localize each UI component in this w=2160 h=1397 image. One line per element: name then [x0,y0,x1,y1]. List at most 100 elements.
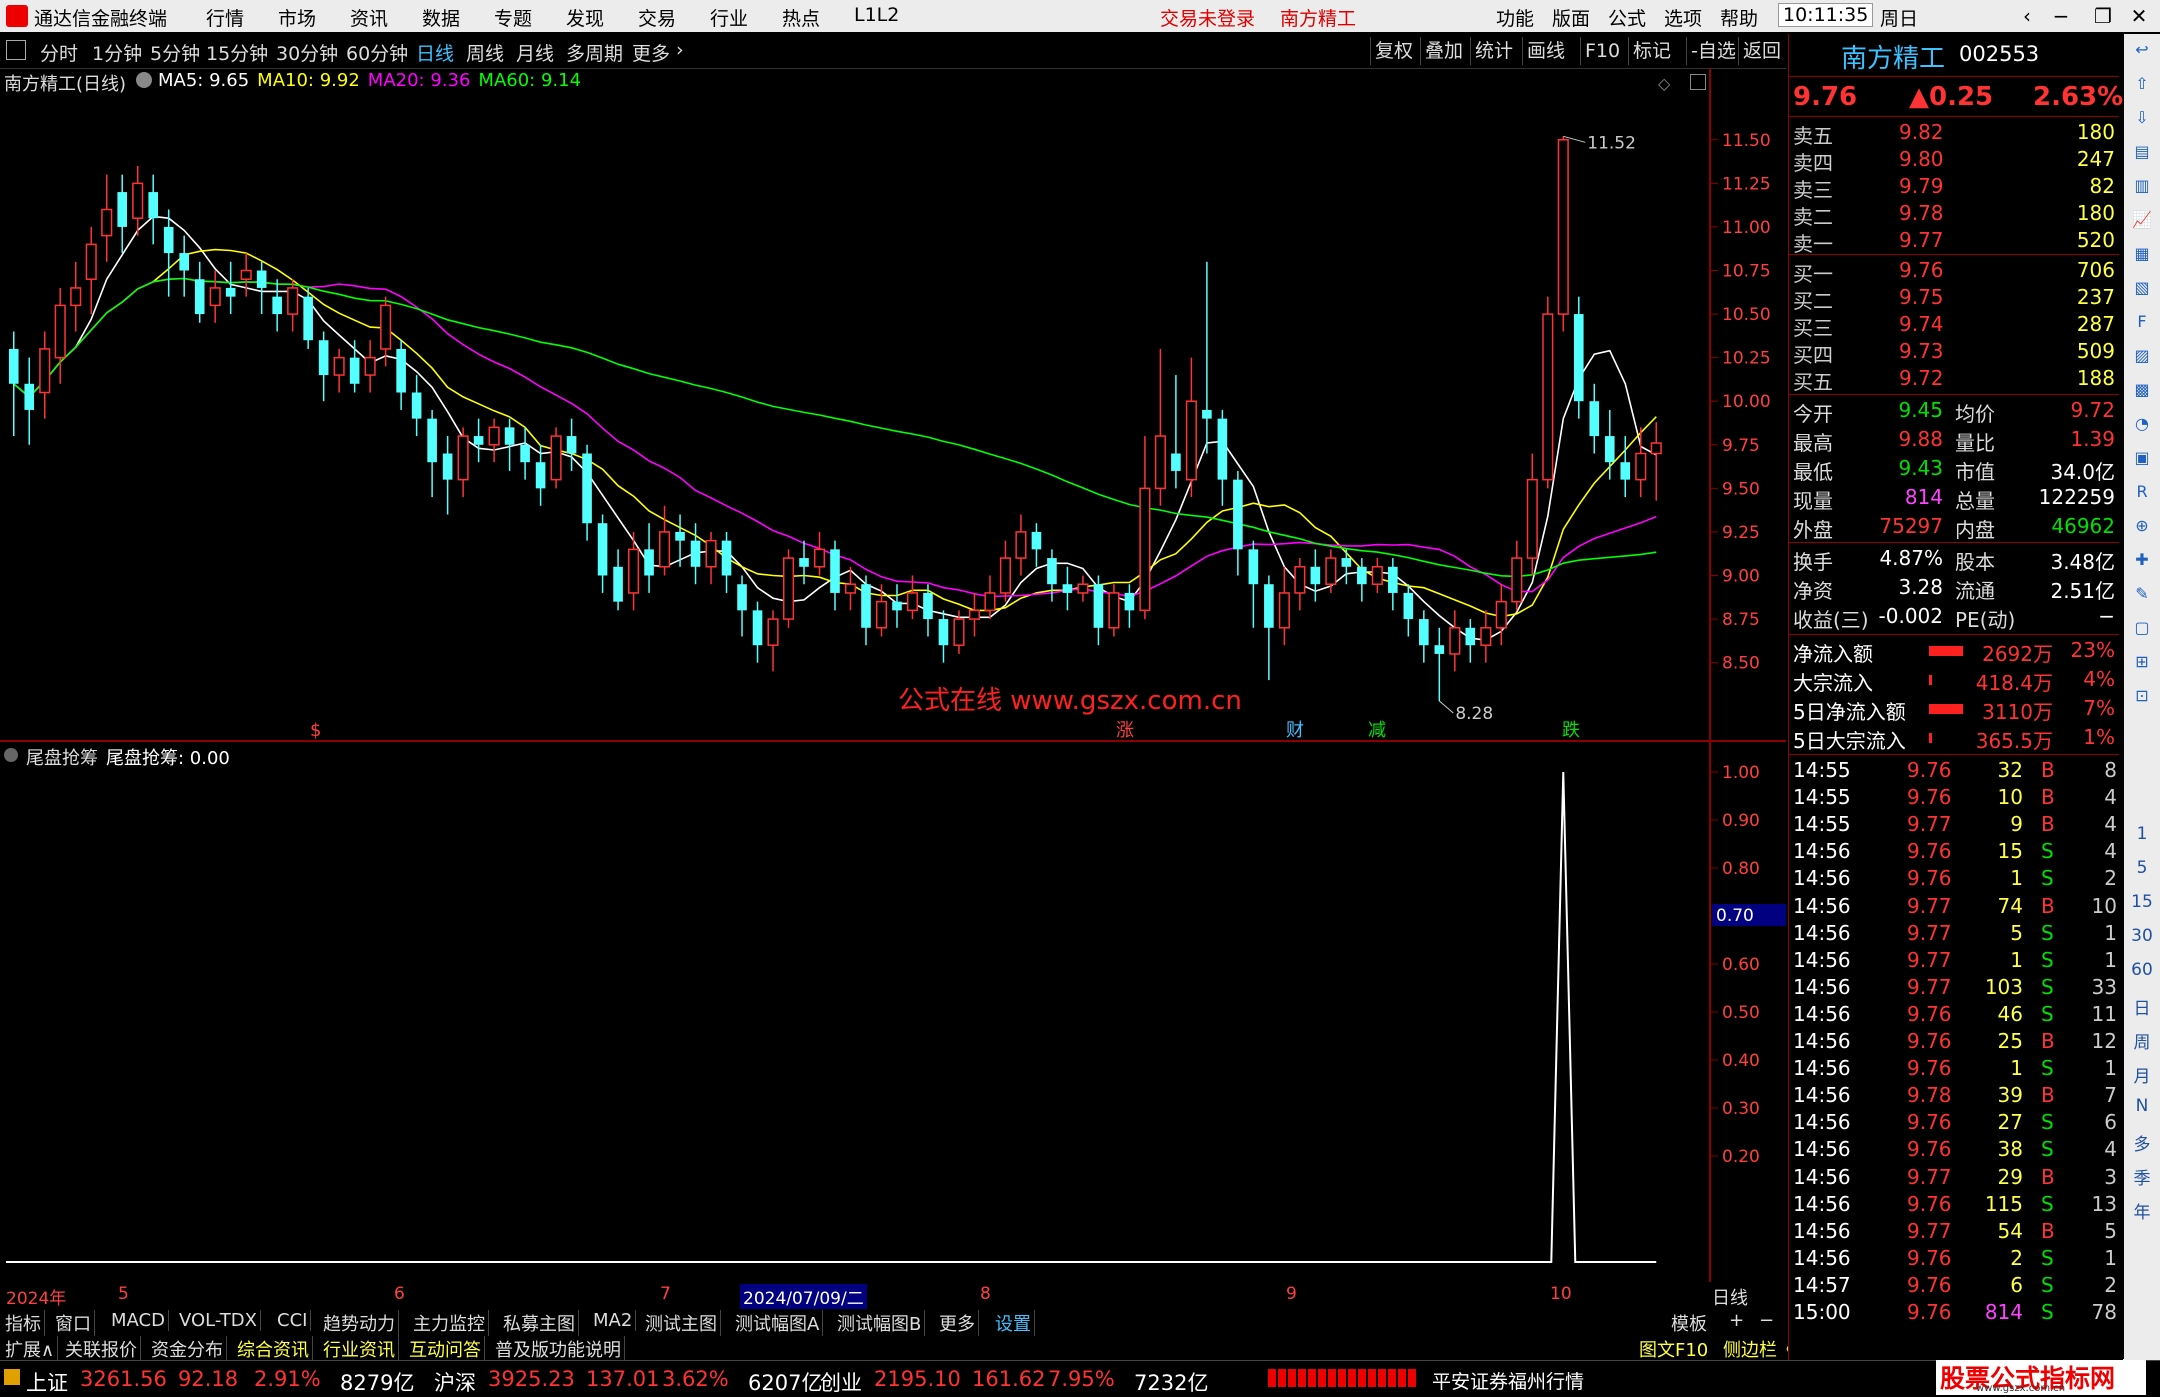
menu-right-item[interactable]: 选项 [1664,4,1702,31]
menu-item[interactable]: 专题 [494,4,532,31]
sidebar-tool-icon[interactable]: ▢ [2130,618,2154,642]
main-price-chart[interactable]: 南方精工(日线) MA5: 9.65 MA10: 9.92 MA20: 9.36 MA… [0,68,1786,740]
indicator-tab[interactable]: 更多 [936,1310,979,1336]
toolbar-button[interactable]: 统计 [1470,37,1517,65]
extension-tab[interactable]: 扩展∧ [2,1336,59,1362]
menu-item[interactable]: 交易 [638,4,676,31]
restore-icon[interactable]: ❐ [2086,2,2120,30]
back-arrow-icon[interactable]: ‹ [2010,2,2044,30]
period-tab[interactable]: 60分钟 [346,39,408,66]
ask-row[interactable]: 卖一 9.77 520 [1789,228,2119,256]
bid-row[interactable]: 买三 9.74 287 [1789,312,2119,340]
menu-item[interactable]: 行业 [710,4,748,31]
toolbar-button[interactable]: 返回 [1738,37,1785,65]
event-mark[interactable]: 跌 [1562,720,1580,740]
event-mark[interactable]: 财 [1286,720,1304,740]
ask-row[interactable]: 卖五 9.82 180 [1789,120,2119,148]
menu-item[interactable]: 市场 [278,4,316,31]
menu-item[interactable]: 行情 [206,4,244,31]
sidebar-tool-icon[interactable]: 📈 [2130,210,2154,234]
menu-item[interactable]: 资讯 [350,4,388,31]
extension-tab[interactable]: 综合资讯 [234,1336,313,1362]
ask-row[interactable]: 卖二 9.78 180 [1789,201,2119,229]
extension-tab[interactable]: 关联报价 [62,1336,141,1362]
flow-row[interactable]: 大宗流入 418.4万 4% [1789,667,2119,695]
extension-tab[interactable]: 行业资讯 [320,1336,399,1362]
event-mark[interactable]: $ [310,720,321,740]
period-tab[interactable]: 月线 [516,39,554,66]
menu-item[interactable]: 发现 [566,4,604,31]
event-mark[interactable]: 减 [1368,720,1386,740]
index-name[interactable]: 创业 [820,1367,862,1397]
bid-row[interactable]: 买一 9.76 706 [1789,258,2119,286]
sidebar-tool-icon[interactable]: ⊕ [2130,516,2154,540]
sidebar-tool-icon[interactable]: R [2130,482,2154,506]
menu-item[interactable]: 热点 [782,4,820,31]
sidebar-tool-icon[interactable]: ✎ [2130,584,2154,608]
sidebar-tool-icon[interactable]: ✚ [2130,550,2154,574]
menu-item[interactable]: L1L2 [854,4,899,26]
sidebar-tool-icon[interactable]: ⇧ [2130,74,2154,98]
toolbar-button[interactable]: 叠加 [1420,37,1467,65]
market-icon[interactable] [4,1369,20,1385]
indicator-tab[interactable]: MA2 [590,1310,637,1331]
sidebar-tool-icon[interactable]: ↩ [2130,40,2154,64]
menu-right-item[interactable]: 帮助 [1720,4,1758,31]
sidebar-period-item[interactable]: 15 [2130,892,2154,916]
extension-tab[interactable]: 互动问答 [406,1336,485,1362]
close-icon[interactable]: ✕ [2122,2,2156,30]
period-tab[interactable]: 多周期 [566,39,623,66]
template-button[interactable]: − [1756,1310,1777,1331]
indicator-chart[interactable]: 尾盘抢筹 尾盘抢筹: 0.00 1.000.900.800.700.600.50… [0,742,1786,1282]
index-name[interactable]: 沪深 [434,1367,476,1397]
sidebar-tool-icon[interactable]: ▩ [2130,380,2154,404]
sidebar-period-item[interactable]: N [2130,1096,2154,1120]
toolbar-button[interactable]: -自选 [1686,37,1740,65]
bid-row[interactable]: 买五 9.72 188 [1789,366,2119,394]
event-mark[interactable]: 涨 [1116,720,1134,740]
indicator-tab[interactable]: CCI [274,1310,312,1331]
indicator-tab[interactable]: 测试幅图B [834,1310,926,1336]
sidebar-period-item[interactable]: 季 [2130,1164,2154,1189]
indicator-tab[interactable]: 主力监控 [410,1310,489,1336]
indicator-tab[interactable]: 趋势动力 [320,1310,399,1336]
period-tab[interactable]: 日线 [416,39,454,66]
sidebar-tool-icon[interactable]: ▣ [2130,448,2154,472]
sidebar-period-item[interactable]: 年 [2130,1198,2154,1223]
period-tab[interactable]: 更多 [632,39,670,66]
sidebar-period-item[interactable]: 多 [2130,1130,2154,1155]
sidebar-tool-icon[interactable]: ▨ [2130,346,2154,370]
indicator-tab[interactable]: MACD [108,1310,169,1331]
toolbar-button[interactable]: 标记 [1628,37,1675,65]
indicator-tab[interactable]: 测试幅图A [732,1310,824,1336]
template-button[interactable]: + [1726,1310,1747,1331]
login-status[interactable]: 交易未登录 [1160,4,1255,31]
sidebar-period-item[interactable]: 1 [2130,824,2154,848]
extension-tab[interactable]: 普及版功能说明 [492,1336,625,1362]
chevron-right-icon[interactable]: › [676,39,684,61]
sidebar-tool-icon[interactable]: ▥ [2130,176,2154,200]
ask-row[interactable]: 卖四 9.80 247 [1789,147,2119,175]
period-tab[interactable]: 1分钟 [92,39,142,66]
sidebar-tool-icon[interactable]: F [2130,312,2154,336]
toolbar-button[interactable]: 画线 [1522,37,1569,65]
toolbar-button[interactable]: 复权 [1370,37,1417,65]
indicator-tab[interactable]: 窗口 [52,1310,95,1336]
bid-row[interactable]: 买四 9.73 509 [1789,339,2119,367]
sidebar-tool-icon[interactable]: ⊞ [2130,652,2154,676]
toolbar-button[interactable]: F10 [1580,37,1624,65]
sidebar-tool-icon[interactable]: ◔ [2130,414,2154,438]
menu-right-item[interactable]: 功能 [1496,4,1534,31]
period-tab[interactable]: 5分钟 [150,39,200,66]
sidebar-tool-icon[interactable]: ⊡ [2130,686,2154,710]
sidebar-period-item[interactable]: 周 [2130,1028,2154,1053]
indicator-tab[interactable]: 设置 [992,1310,1035,1336]
sidebar-tool-icon[interactable]: ⇩ [2130,108,2154,132]
bid-row[interactable]: 买二 9.75 237 [1789,285,2119,313]
sidebar-period-item[interactable]: 5 [2130,858,2154,882]
sidebar-period-item[interactable]: 日 [2130,994,2154,1019]
layout-icon[interactable] [6,40,26,60]
indicator-tab[interactable]: 测试主图 [642,1310,721,1336]
menu-right-item[interactable]: 公式 [1608,4,1646,31]
menu-right-item[interactable]: 版面 [1552,4,1590,31]
